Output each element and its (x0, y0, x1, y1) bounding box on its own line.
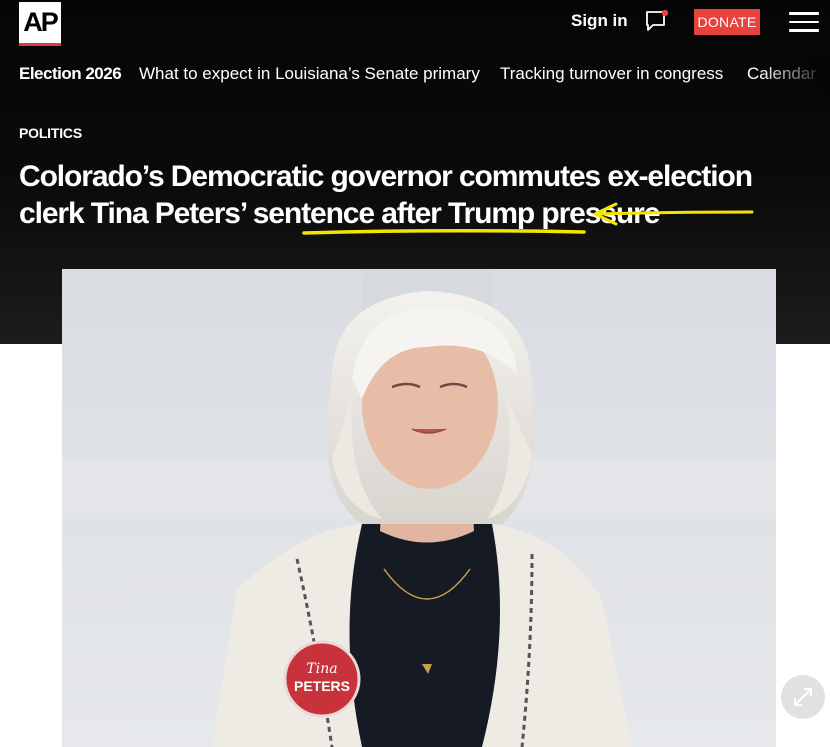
nav-item-congress-turnover[interactable]: Tracking turnover in congress (500, 64, 723, 84)
expand-image-button[interactable] (781, 675, 825, 719)
annotation-underline (302, 228, 586, 235)
chat-icon[interactable] (644, 9, 670, 33)
nav-fade (760, 55, 830, 95)
nav-item-election-2026[interactable]: Election 2026 (19, 64, 122, 84)
top-bar: AP Sign in DONATE (0, 0, 830, 50)
article-photo[interactable]: Tina PETERS (62, 269, 776, 747)
annotation-arrow-icon (593, 202, 754, 226)
portrait-illustration: Tina PETERS (62, 269, 776, 747)
ap-logo[interactable]: AP (19, 2, 61, 46)
nav-item-louisiana-primary[interactable]: What to expect in Louisiana’s Senate pri… (139, 64, 480, 84)
trending-nav: Election 2026 What to expect in Louisian… (0, 55, 830, 95)
section-label[interactable]: POLITICS (19, 125, 82, 141)
menu-icon[interactable] (789, 12, 819, 32)
button-text-tina: Tina (306, 661, 337, 677)
sign-in-link[interactable]: Sign in (571, 11, 628, 31)
donate-button[interactable]: DONATE (694, 9, 760, 35)
expand-icon (794, 688, 812, 706)
button-text-peters: PETERS (294, 678, 350, 694)
